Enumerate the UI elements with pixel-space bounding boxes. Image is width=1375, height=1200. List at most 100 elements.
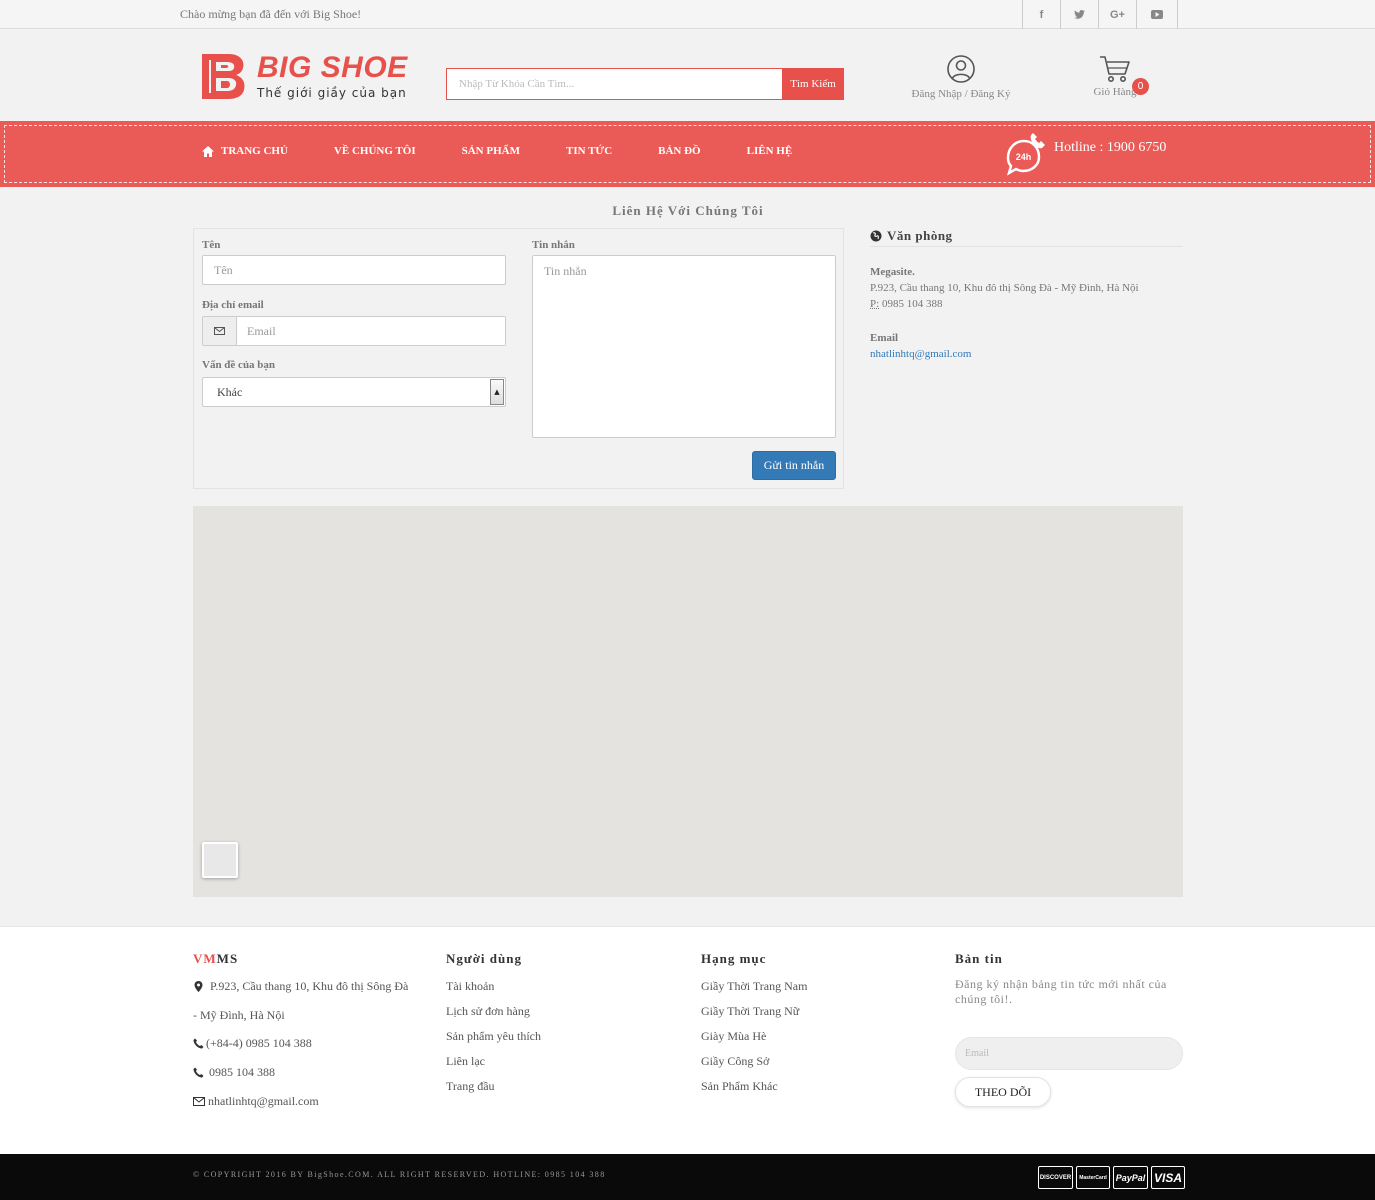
paypal-icon: PayPal (1113, 1166, 1148, 1189)
phone-24h-icon: 24h (1006, 133, 1045, 176)
footer-address-line-1: P.923, Cầu thang 10, Khu đô thị Sông Đà (210, 979, 409, 993)
name-field[interactable] (202, 255, 506, 285)
visa-icon: VISA (1151, 1166, 1185, 1189)
envelope-icon (203, 317, 237, 345)
nav-item-label: Bản đồ (658, 145, 701, 157)
payment-methods: DISCOVER MasterCard PayPal VISA (1038, 1166, 1188, 1189)
youtube-icon[interactable] (1136, 0, 1178, 29)
contact-title: Liên Hệ Với Chúng Tôi (612, 203, 764, 218)
search-input[interactable] (446, 68, 782, 100)
cart-count-badge: 0 (1132, 78, 1149, 95)
account-link[interactable]: Đăng Nhập / Đăng Ký (898, 54, 1024, 100)
nav-item-map[interactable]: Bản đồ (658, 145, 700, 157)
footer-link-other-products[interactable]: Sản Phẩm Khác (701, 1079, 807, 1094)
footer-email: nhatlinhtq@gmail.com (193, 1094, 408, 1109)
top-bar: Chào mừng bạn đã đến với Big Shoe! f G+ (0, 0, 1375, 29)
hotline-badge-text: 24h (1016, 152, 1032, 162)
contact-form: Tên Địa chỉ email Vấn đề của bạn Khác ▲ … (193, 228, 844, 489)
nav-menu: Trang chủ Về chúng tôi Sản phẩm Tin tức … (202, 145, 838, 157)
footer-users-column: Người dùng Tài khoản Lịch sử đơn hàng Sả… (446, 951, 541, 1104)
nav-item-label: Tin tức (565, 145, 613, 157)
nav-item-products[interactable]: Sản phẩm (462, 145, 520, 157)
footer-link-favorites[interactable]: Sản phẩm yêu thích (446, 1029, 541, 1044)
search-bar: Tìm Kiếm (446, 68, 844, 100)
footer-phone-2-text: 0985 104 388 (209, 1065, 275, 1079)
footer-phone-1-text: (+84-4) 0985 104 388 (206, 1036, 312, 1050)
globe-icon (870, 230, 882, 242)
home-icon (202, 145, 214, 157)
logo-b-icon (202, 54, 245, 99)
select-arrow-icon: ▲ (490, 379, 504, 405)
footer-brand-rest: MS (216, 951, 239, 966)
footer-users-title: Người dùng (446, 951, 522, 966)
email-field[interactable] (237, 317, 505, 345)
footer-link-account[interactable]: Tài khoản (446, 979, 541, 994)
nav-item-news[interactable]: Tin tức (566, 145, 612, 157)
footer-link-home[interactable]: Trang đầu (446, 1079, 541, 1094)
site-header: BIG SHOE Thế giới giầy của bạn Tìm Kiếm … (0, 30, 1375, 120)
office-email-label: Email (870, 332, 899, 344)
search-button[interactable]: Tìm Kiếm (782, 68, 844, 100)
newsletter-email-input[interactable] (955, 1037, 1183, 1070)
site-footer: VMMS P.923, Cầu thang 10, Khu đô thị Sôn… (0, 926, 1375, 1154)
footer-address-line-2: - Mỹ Đình, Hà Nội (193, 1008, 285, 1022)
office-phone-label: P: (870, 298, 880, 310)
office-email-link[interactable]: nhatlinhtq@gmail.com (870, 348, 971, 360)
google-plus-icon[interactable]: G+ (1098, 0, 1136, 29)
footer-address-2: - Mỹ Đình, Hà Nội (193, 1008, 408, 1023)
footer-email-text[interactable]: nhatlinhtq@gmail.com (208, 1094, 319, 1109)
footer-link-men-shoes[interactable]: Giầy Thời Trang Nam (701, 979, 807, 994)
footer-newsletter-title: Bản tin (955, 951, 1003, 966)
email-label: Địa chỉ email (202, 299, 264, 311)
copyright-text: © COPYRIGHT 2016 BY BigShoe.COM. ALL RIG… (193, 1170, 606, 1179)
map-marker-icon (194, 981, 203, 992)
subscribe-button[interactable]: THEO DÕI (955, 1077, 1051, 1107)
logo-tagline: Thế giới giầy của bạn (257, 86, 407, 100)
send-message-button[interactable]: Gửi tin nhắn (752, 451, 836, 480)
welcome-text: Chào mừng bạn đã đến với Big Shoe! (180, 7, 362, 21)
facebook-icon[interactable]: f (1022, 0, 1060, 29)
footer-link-office-shoes[interactable]: Giầy Công Sở (701, 1054, 807, 1069)
footer-categories-column: Hạng mục Giầy Thời Trang Nam Giầy Thời T… (701, 951, 807, 1104)
nav-item-label: Liên hệ (746, 145, 793, 157)
social-links: f G+ (1022, 0, 1178, 29)
footer-phone-1: (+84-4) 0985 104 388 (193, 1036, 408, 1051)
discover-card-icon: DISCOVER (1038, 1166, 1073, 1189)
email-input-group (202, 316, 506, 346)
nav-item-home[interactable]: Trang chủ (202, 145, 288, 157)
map-area[interactable] (193, 506, 1183, 897)
nav-item-contact[interactable]: Liên hệ (747, 145, 793, 157)
footer-phone-2: 0985 104 388 (193, 1065, 408, 1080)
cart-link[interactable]: Giỏ Hàng 0 (1080, 54, 1150, 98)
footer-link-women-shoes[interactable]: Giầy Thời Trang Nữ (701, 1004, 807, 1019)
phone-icon (193, 1067, 204, 1078)
newsletter-description: Đăng ký nhận bảng tin tức mới nhất của c… (955, 977, 1167, 1006)
topic-label: Vấn đề của bạn (202, 359, 276, 371)
main-nav: Trang chủ Về chúng tôi Sản phẩm Tin tức … (0, 121, 1375, 187)
office-title: Văn phòng (887, 228, 953, 243)
nav-item-label: Trang chủ (221, 145, 288, 157)
office-phone: P: 0985 104 388 (870, 298, 942, 310)
footer-contact-column: VMMS P.923, Cầu thang 10, Khu đô thị Sôn… (193, 951, 408, 1109)
office-phone-number: 0985 104 388 (881, 298, 943, 310)
footer-link-summer-shoes[interactable]: Giày Mùa Hè (701, 1029, 807, 1044)
map-control-button[interactable] (202, 842, 238, 878)
office-info: Văn phòng Megasite. P.923, Cầu thang 10,… (870, 228, 1183, 360)
logo[interactable]: BIG SHOE Thế giới giầy của bạn (199, 48, 414, 104)
footer-brand-red: VM (193, 951, 217, 966)
footer-categories-title: Hạng mục (701, 951, 767, 966)
footer-newsletter-column: Bản tin Đăng ký nhận bảng tin tức mới nh… (955, 951, 1185, 1121)
envelope-icon (193, 1097, 205, 1106)
office-name: Megasite. (870, 266, 915, 278)
hotline: 24h Hotline : 1900 6750 (1002, 129, 1166, 177)
message-field[interactable] (532, 255, 836, 438)
topic-select-value: Khác (217, 385, 243, 399)
topic-select[interactable]: Khác ▲ (202, 377, 506, 407)
nav-item-label: Về chúng tôi (333, 145, 416, 157)
twitter-icon[interactable] (1060, 0, 1098, 29)
name-label: Tên (202, 239, 221, 251)
nav-item-about[interactable]: Về chúng tôi (334, 145, 416, 157)
footer-link-order-history[interactable]: Lịch sử đơn hàng (446, 1004, 541, 1019)
footer-address: P.923, Cầu thang 10, Khu đô thị Sông Đà (193, 979, 408, 994)
footer-link-contact[interactable]: Liên lạc (446, 1054, 541, 1069)
